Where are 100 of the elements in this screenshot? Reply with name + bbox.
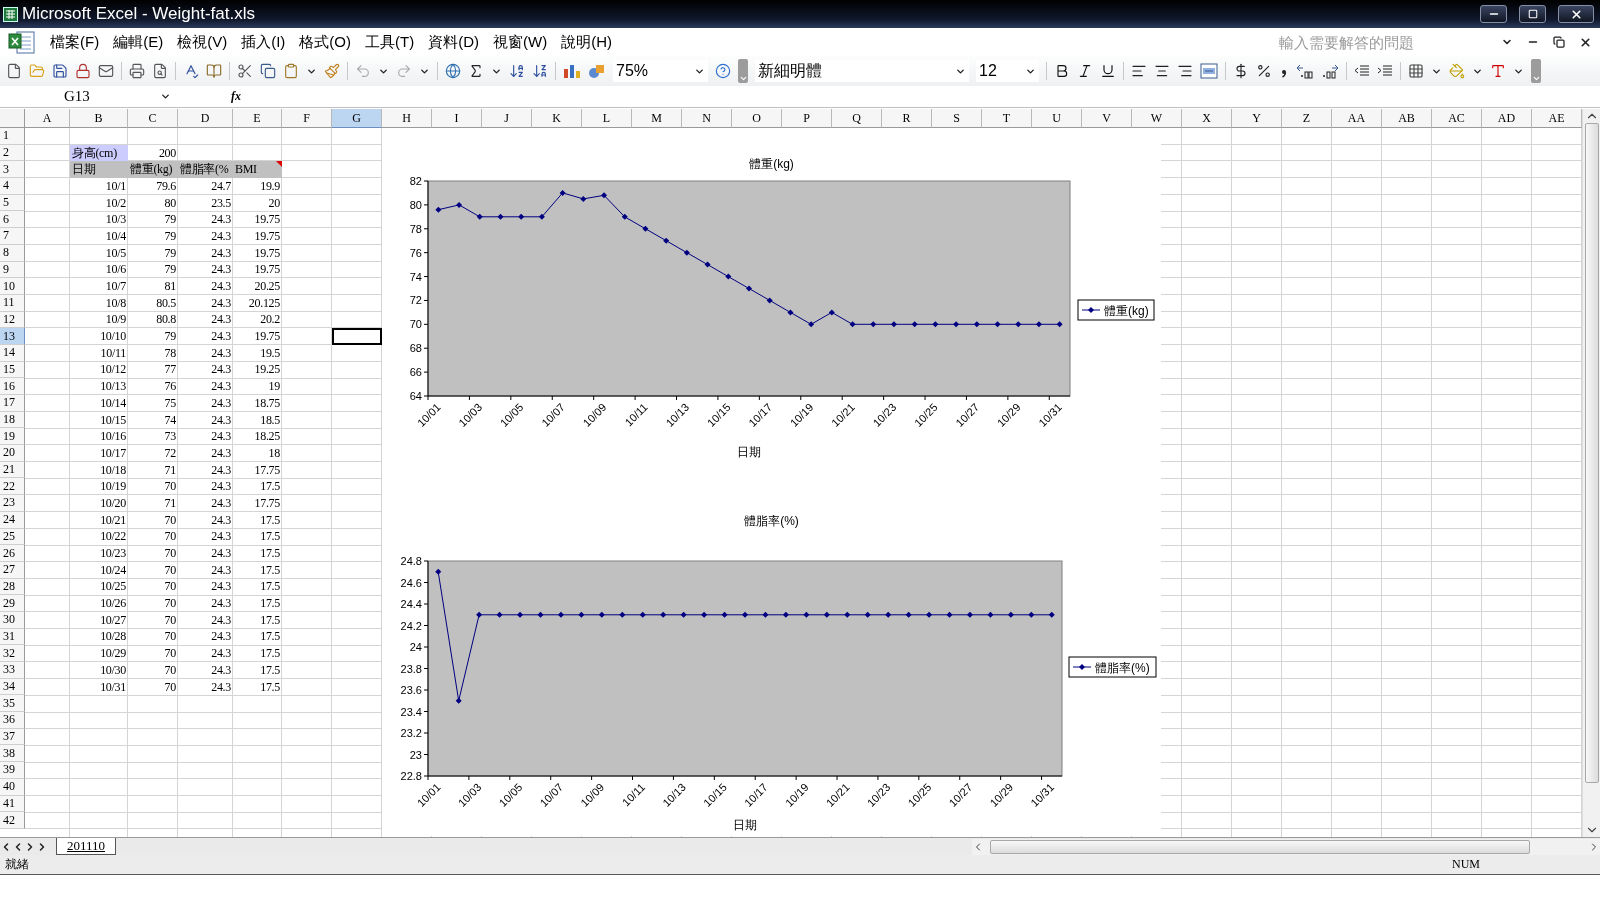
column-header[interactable]: B — [70, 109, 128, 128]
select-all-button[interactable] — [0, 109, 25, 128]
increase-decimal-icon[interactable] — [1296, 63, 1314, 79]
column-header[interactable]: R — [882, 109, 932, 128]
font-dropdown[interactable]: 新細明體 — [755, 60, 969, 82]
menu-item[interactable]: 資料(D) — [428, 32, 479, 52]
row-header[interactable]: 17 — [0, 395, 25, 412]
column-header[interactable]: G — [332, 109, 382, 128]
decrease-decimal-icon[interactable] — [1321, 63, 1339, 79]
menu-item[interactable]: 插入(I) — [241, 32, 286, 52]
menu-item[interactable]: 檔案(F) — [50, 32, 100, 52]
sheet-tab[interactable]: 201110 — [56, 838, 117, 855]
sort-ascending-icon[interactable] — [509, 63, 525, 79]
underline-icon[interactable] — [1100, 63, 1116, 79]
sort-descending-icon[interactable] — [532, 63, 548, 79]
column-header[interactable]: C — [128, 109, 178, 128]
row-header[interactable]: 42 — [0, 812, 25, 829]
row-header[interactable]: 20 — [0, 445, 25, 462]
column-header[interactable]: N — [682, 109, 732, 128]
sigma-icon[interactable] — [468, 63, 484, 79]
align-center-icon[interactable] — [1154, 63, 1170, 79]
scrollbar-thumb[interactable] — [990, 839, 1530, 854]
column-header[interactable]: D — [178, 109, 233, 128]
zoom-dropdown[interactable]: 75% — [613, 60, 708, 82]
spreadsheet-icon[interactable] — [3, 6, 18, 22]
minimize-button[interactable] — [1480, 5, 1507, 23]
row-header[interactable]: 35 — [0, 695, 25, 713]
clipboard-icon[interactable] — [283, 63, 299, 79]
help-icon[interactable] — [715, 63, 731, 79]
column-header[interactable]: F — [282, 109, 332, 128]
menu-item[interactable]: 檢視(V) — [177, 32, 228, 52]
copy-icon[interactable] — [260, 63, 276, 79]
insert-function-button[interactable]: fx — [231, 89, 241, 104]
row-header[interactable]: 38 — [0, 745, 25, 763]
italic-icon[interactable] — [1077, 63, 1093, 79]
restore-icon[interactable] — [1527, 9, 1538, 19]
row-header[interactable]: 33 — [0, 662, 25, 679]
row-header[interactable]: 32 — [0, 645, 25, 662]
selected-cell[interactable] — [332, 328, 382, 345]
menu-item[interactable]: 格式(O) — [299, 32, 351, 52]
row-header[interactable]: 6 — [0, 211, 25, 229]
borders-icon[interactable] — [1408, 63, 1424, 79]
column-header[interactable]: V — [1082, 109, 1132, 128]
column-header[interactable]: AE — [1532, 109, 1582, 128]
scissors-icon[interactable] — [237, 63, 253, 79]
column-header[interactable]: L — [582, 109, 632, 128]
new-file-icon[interactable] — [6, 63, 22, 79]
book-icon[interactable] — [206, 63, 222, 79]
menu-item[interactable]: 視窗(W) — [493, 32, 548, 52]
row-header[interactable]: 39 — [0, 762, 25, 779]
bar-chart-icon[interactable] — [563, 63, 581, 79]
row-header[interactable]: 16 — [0, 378, 25, 395]
bold-icon[interactable] — [1054, 63, 1070, 79]
column-header[interactable]: O — [732, 109, 782, 128]
save-icon[interactable] — [52, 63, 68, 79]
column-header[interactable]: T — [982, 109, 1032, 128]
menu-item[interactable]: 說明(H) — [561, 32, 612, 52]
align-right-icon[interactable] — [1177, 63, 1193, 79]
increase-indent-icon[interactable] — [1377, 63, 1393, 79]
restore-icon[interactable] — [1553, 36, 1565, 48]
row-header[interactable]: 3 — [0, 161, 25, 179]
menu-item[interactable]: 工具(T) — [365, 32, 415, 52]
percent-icon[interactable] — [1256, 63, 1272, 79]
column-header[interactable]: H — [382, 109, 432, 128]
close-icon[interactable] — [1579, 35, 1592, 49]
row-header[interactable]: 10 — [0, 278, 25, 295]
fill-color-icon[interactable] — [1449, 63, 1465, 79]
column-header[interactable]: Z — [1282, 109, 1332, 128]
column-header[interactable]: AB — [1382, 109, 1432, 128]
column-header[interactable]: AD — [1482, 109, 1532, 128]
row-header[interactable]: 26 — [0, 545, 25, 562]
menu-item[interactable]: 編輯(E) — [113, 32, 164, 52]
paintbrush-icon[interactable] — [324, 63, 340, 79]
spreadsheet-document-icon[interactable] — [8, 30, 36, 54]
merge-center-icon[interactable] — [1200, 63, 1218, 79]
print-preview-icon[interactable] — [152, 63, 168, 79]
column-header[interactable]: Y — [1232, 109, 1282, 128]
globe-icon[interactable] — [445, 63, 461, 79]
column-header[interactable]: I — [432, 109, 482, 128]
column-header[interactable]: J — [482, 109, 532, 128]
row-header[interactable]: 23 — [0, 495, 25, 512]
help-search-field[interactable]: 輸入需要解答的問題 — [1277, 32, 1487, 52]
close-button[interactable] — [1558, 5, 1594, 23]
column-header[interactable]: U — [1032, 109, 1082, 128]
column-header[interactable]: X — [1182, 109, 1232, 128]
column-header[interactable]: S — [932, 109, 982, 128]
font-size-dropdown[interactable]: 12 — [976, 60, 1039, 82]
printer-icon[interactable] — [129, 63, 145, 79]
scrollbar-thumb[interactable] — [1584, 123, 1599, 783]
font-color-icon[interactable] — [1490, 63, 1506, 79]
row-header[interactable]: 1 — [0, 128, 25, 145]
spellcheck-icon[interactable] — [183, 63, 199, 79]
row-header[interactable]: 36 — [0, 712, 25, 729]
column-header[interactable]: K — [532, 109, 582, 128]
column-header[interactable]: AA — [1332, 109, 1382, 128]
name-box[interactable]: G13 — [0, 86, 175, 107]
row-header[interactable]: 13 — [0, 328, 25, 345]
row-header[interactable]: 4 — [0, 178, 25, 195]
shapes-icon[interactable] — [588, 63, 606, 79]
column-header[interactable]: P — [782, 109, 832, 128]
